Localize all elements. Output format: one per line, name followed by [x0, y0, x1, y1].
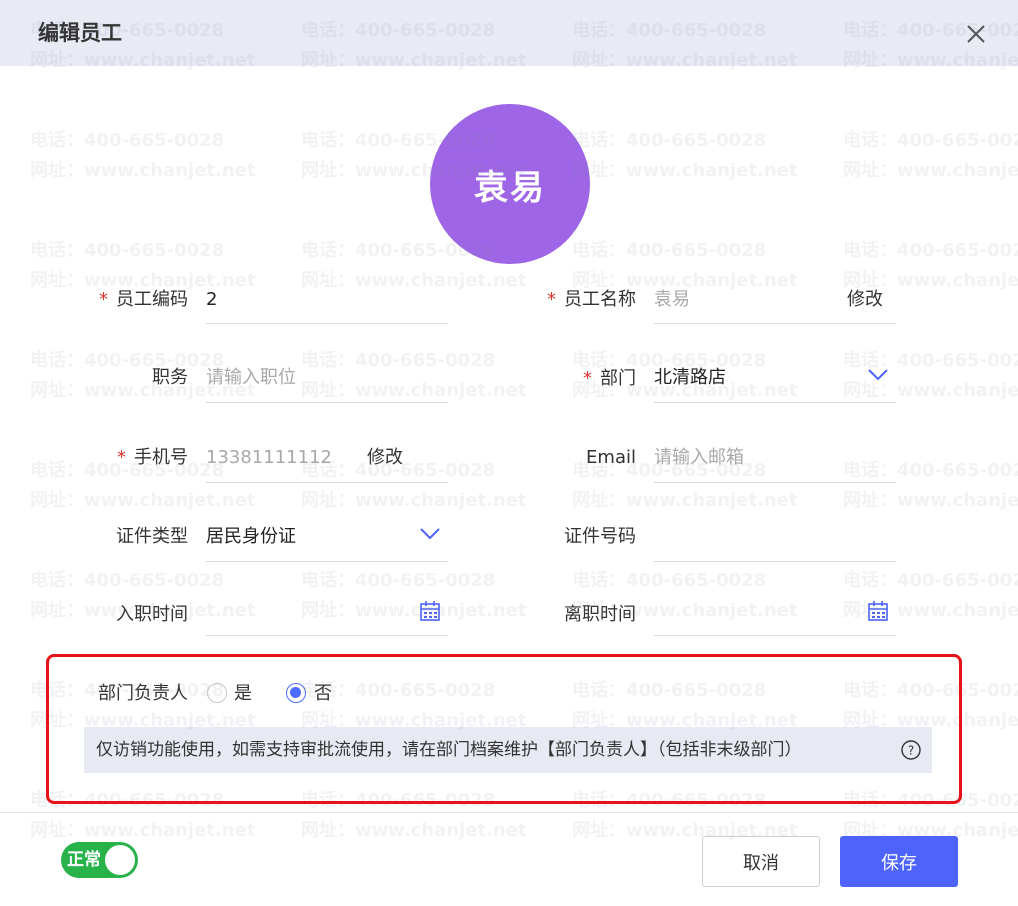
required-mark: *: [117, 447, 126, 468]
mobile-field[interactable]: 13381111112: [206, 446, 448, 483]
chevron-down-icon: [420, 528, 440, 540]
status-toggle-label: 正常: [67, 850, 101, 870]
save-button[interactable]: 保存: [840, 836, 958, 887]
footer-divider: [0, 812, 1018, 813]
position-input[interactable]: 请输入职位: [206, 366, 448, 403]
chevron-down-icon: [868, 369, 888, 381]
dialog-title: 编辑员工: [38, 21, 122, 45]
employee-code-label-text: 员工编码: [116, 289, 188, 310]
id-type-select[interactable]: 居民身份证: [206, 525, 448, 562]
status-toggle[interactable]: 正常: [61, 842, 138, 878]
employee-code-field[interactable]: 2: [206, 288, 448, 324]
required-mark: *: [583, 368, 592, 389]
id-number-label: 证件号码: [564, 526, 636, 547]
watermark-text: 电话：400-665-0028网址：www.chanjet.net: [572, 130, 798, 181]
employee-name-value: 袁易: [654, 289, 690, 310]
position-placeholder: 请输入职位: [206, 367, 296, 388]
toggle-knob: [105, 845, 135, 875]
leave-date-label: 离职时间: [564, 604, 636, 625]
calendar-icon: [868, 601, 888, 621]
mobile-label: * 手机号: [38, 446, 188, 470]
hire-date-label: 入职时间: [116, 604, 188, 625]
watermark-text: 电话：400-665-0028网址：www.chanjet.net: [30, 130, 256, 181]
employee-code-value: 2: [206, 289, 218, 310]
department-label-text: 部门: [600, 368, 636, 389]
email-placeholder: 请输入邮箱: [654, 447, 744, 468]
employee-code-label: * 员工编码: [38, 288, 188, 312]
id-type-label: 证件类型: [116, 526, 188, 547]
id-number-input[interactable]: [654, 525, 896, 562]
watermark-text: 电话：400-665-0028网址：www.chanjet.net: [843, 240, 1018, 291]
id-type-value: 居民身份证: [206, 526, 296, 547]
highlight-annotation: [46, 654, 962, 804]
hire-date-picker[interactable]: [206, 600, 448, 636]
department-label: * 部门: [486, 367, 636, 391]
watermark-text: 电话：400-665-0028网址：www.chanjet.net: [843, 130, 1018, 181]
mobile-label-text: 手机号: [134, 447, 188, 468]
employee-name-label: * 员工名称: [486, 288, 636, 312]
close-icon: [967, 25, 985, 43]
close-button[interactable]: [962, 20, 990, 48]
watermark-text: 电话：400-665-0028网址：www.chanjet.net: [572, 240, 798, 291]
edit-name-button[interactable]: 修改: [847, 288, 883, 312]
dialog-header: 编辑员工: [0, 0, 1018, 66]
required-mark: *: [547, 289, 556, 310]
avatar[interactable]: 袁易: [430, 104, 590, 264]
edit-employee-dialog: 编辑员工 袁易 * 员工编码 2 * 员工名称 袁易 修改 职务 请输入职位 * 部门…: [0, 0, 1018, 906]
calendar-icon: [420, 601, 440, 621]
department-select[interactable]: 北清路店: [654, 366, 896, 403]
position-label: 职务: [152, 367, 188, 388]
required-mark: *: [99, 289, 108, 310]
email-label: Email: [586, 447, 636, 468]
email-input[interactable]: 请输入邮箱: [654, 446, 896, 483]
mobile-value: 13381111112: [206, 447, 332, 468]
edit-mobile-button[interactable]: 修改: [367, 446, 403, 470]
employee-name-label-text: 员工名称: [564, 289, 636, 310]
leave-date-picker[interactable]: [654, 600, 896, 636]
cancel-button[interactable]: 取消: [702, 836, 820, 887]
watermark-text: 电话：400-665-0028网址：www.chanjet.net: [30, 240, 256, 291]
department-value: 北清路店: [654, 367, 726, 388]
